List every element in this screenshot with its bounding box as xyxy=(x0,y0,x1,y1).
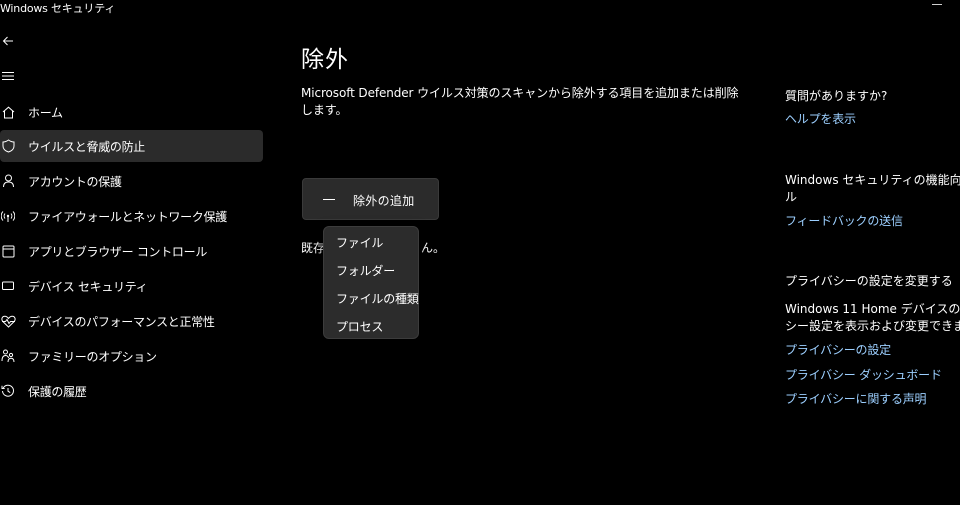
improve-heading: Windows セキュリティの機能向上 xyxy=(785,173,960,187)
add-exclusion-label: 除外の追加 xyxy=(353,194,415,208)
existing-text-start: 既存 xyxy=(301,241,326,255)
feedback-link[interactable]: フィードバックの送信 xyxy=(785,212,903,229)
home-icon xyxy=(0,104,16,120)
wifi-antenna-icon xyxy=(0,208,16,224)
hamburger-icon xyxy=(2,72,14,80)
privacy-heading: プライバシーの設定を変更する xyxy=(785,274,953,288)
sidebar-item-account-protection[interactable]: アカウントの保護 xyxy=(0,165,263,197)
exclusion-type-menu: ファイル フォルダー ファイルの種類 プロセス xyxy=(323,226,419,339)
sidebar-item-device-security[interactable]: デバイス セキュリティ xyxy=(0,270,263,302)
sidebar-item-label: デバイス セキュリティ xyxy=(28,279,148,294)
sidebar-item-label: デバイスのパフォーマンスと正常性 xyxy=(28,314,215,329)
heart-pulse-icon xyxy=(0,313,16,329)
help-link[interactable]: ヘルプを表示 xyxy=(785,110,856,127)
sidebar-item-label: ファイアウォールとネットワーク保護 xyxy=(28,209,227,224)
back-button[interactable] xyxy=(0,33,16,49)
sidebar-item-label: ホーム xyxy=(28,105,63,120)
page-title: 除外 xyxy=(301,47,349,73)
right-pane: 質問がありますか? ヘルプを表示 Windows セキュリティの機能向上 ル フ… xyxy=(785,0,960,505)
menu-button[interactable] xyxy=(0,68,16,84)
sidebar-item-label: アプリとブラウザー コントロール xyxy=(28,244,208,259)
menu-item-process[interactable]: プロセス xyxy=(336,318,383,335)
person-icon xyxy=(0,173,16,189)
laptop-icon xyxy=(0,278,16,294)
sidebar-item-device-performance[interactable]: デバイスのパフォーマンスと正常性 xyxy=(0,305,263,337)
back-arrow-icon xyxy=(2,36,13,46)
plus-icon xyxy=(323,199,335,200)
privacy-settings-link[interactable]: プライバシーの設定 xyxy=(785,341,891,358)
question-heading: 質問がありますか? xyxy=(785,89,888,103)
app-title: Windows セキュリティ xyxy=(0,2,116,15)
sidebar-item-label: ファミリーのオプション xyxy=(28,349,157,364)
sidebar-item-label: ウイルスと脅威の防止 xyxy=(28,139,146,154)
family-icon xyxy=(0,348,16,364)
improve-heading-continued: ル xyxy=(785,190,798,204)
add-exclusion-button[interactable]: 除外の追加 xyxy=(302,178,439,220)
sidebar-item-app-browser-control[interactable]: アプリとブラウザー コントロール xyxy=(0,235,263,267)
shield-icon xyxy=(0,138,16,154)
existing-text-end: ん。 xyxy=(421,241,446,255)
sidebar-item-label: アカウントの保護 xyxy=(28,174,122,189)
windows-security-window: Windows セキュリティ ホーム ウイルスと脅威の防止 アカウントの保護 フ… xyxy=(0,0,960,505)
privacy-dashboard-link[interactable]: プライバシー ダッシュボード xyxy=(785,366,942,383)
menu-item-file[interactable]: ファイル xyxy=(336,234,383,251)
sidebar-item-protection-history[interactable]: 保護の履歴 xyxy=(0,375,263,407)
sidebar-item-family-options[interactable]: ファミリーのオプション xyxy=(0,340,263,372)
sidebar-item-firewall[interactable]: ファイアウォールとネットワーク保護 xyxy=(0,200,263,232)
history-icon xyxy=(0,383,16,399)
menu-item-folder[interactable]: フォルダー xyxy=(336,262,395,279)
sidebar-item-home[interactable]: ホーム xyxy=(0,96,263,128)
privacy-text-line2: シー設定を表示および変更できま xyxy=(785,319,960,333)
privacy-statement-link[interactable]: プライバシーに関する声明 xyxy=(785,390,927,407)
sidebar-item-virus-protection[interactable]: ウイルスと脅威の防止 xyxy=(0,130,263,162)
app-window-icon xyxy=(0,243,16,259)
menu-item-file-type[interactable]: ファイルの種類 xyxy=(336,290,419,307)
page-description: Microsoft Defender ウイルス対策のスキャンから除外する項目を追… xyxy=(301,86,739,117)
sidebar-item-label: 保護の履歴 xyxy=(28,384,87,399)
privacy-text-line1: Windows 11 Home デバイスのプ xyxy=(785,302,960,316)
